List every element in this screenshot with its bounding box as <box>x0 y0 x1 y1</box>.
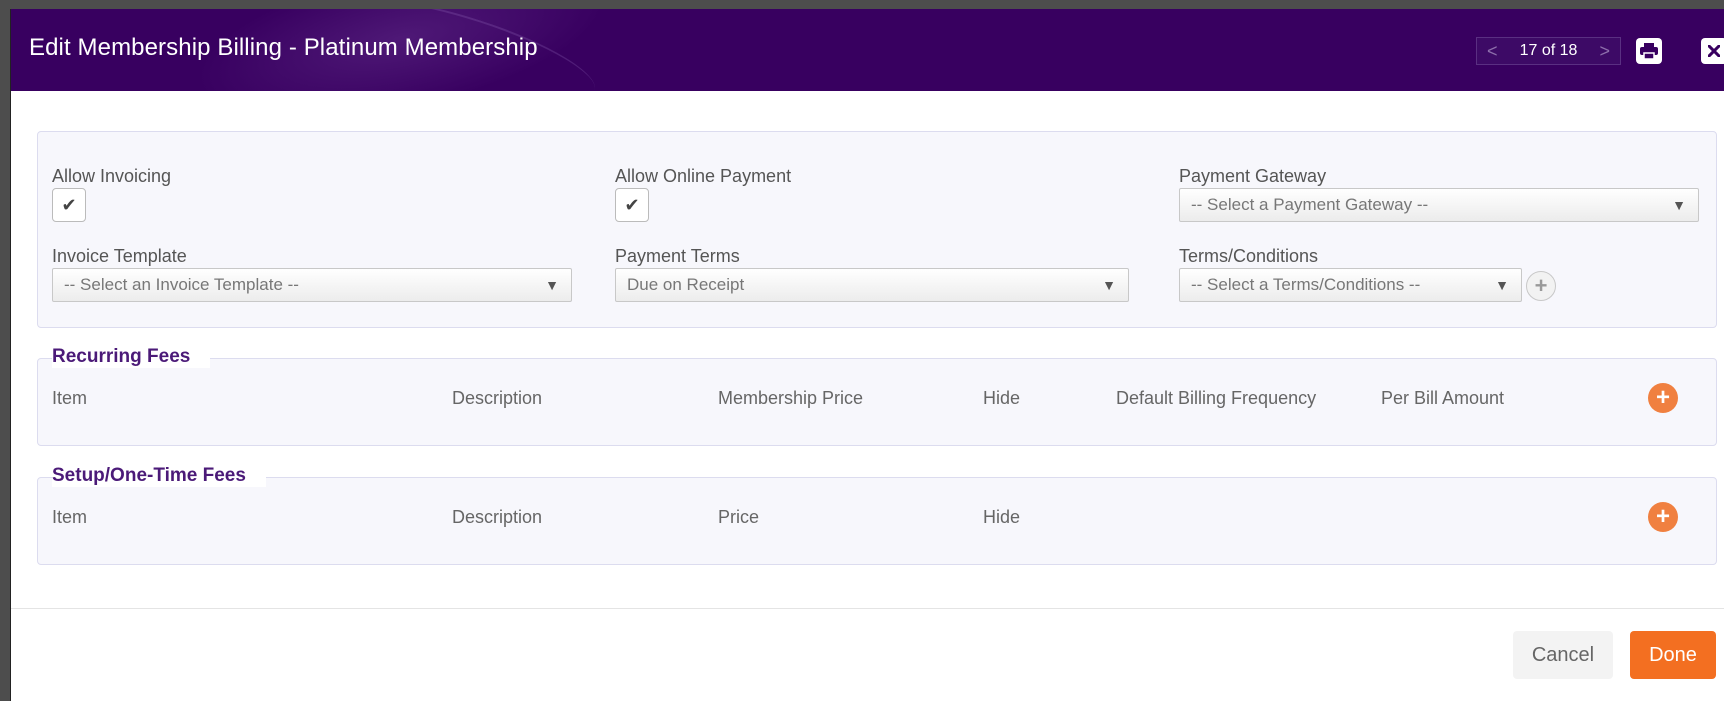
invoice-template-select[interactable]: -- Select an Invoice Template -- ▼ <box>52 268 572 302</box>
cancel-button[interactable]: Cancel <box>1513 631 1613 679</box>
chevron-down-icon: ▼ <box>1672 197 1686 213</box>
done-button[interactable]: Done <box>1630 631 1716 679</box>
add-setup-fee-button[interactable]: + <box>1648 502 1678 532</box>
payment-gateway-label: Payment Gateway <box>1179 166 1327 186</box>
footer-divider <box>11 608 1724 609</box>
setup-col-description: Description <box>452 507 543 527</box>
recurring-col-hide: Hide <box>983 388 1021 408</box>
terms-conditions-label: Terms/Conditions <box>1179 246 1319 266</box>
recurring-fees-section: Recurring Fees Item Description Membersh… <box>37 346 1717 446</box>
recurring-col-membership-price: Membership Price <box>718 388 864 408</box>
allow-online-payment-checkbox[interactable]: ✔ <box>615 188 649 222</box>
allow-invoicing-label: Allow Invoicing <box>52 166 172 186</box>
recurring-fees-title: Recurring Fees <box>52 346 211 368</box>
pager-label: 17 of 18 <box>1519 42 1578 59</box>
close-button[interactable] <box>1701 38 1724 64</box>
add-recurring-fee-button[interactable]: + <box>1648 383 1678 413</box>
chevron-down-icon: ▼ <box>545 277 559 293</box>
add-terms-conditions-button[interactable]: + <box>1526 271 1556 301</box>
plus-icon: + <box>1655 384 1670 411</box>
setup-col-item: Item <box>52 507 88 527</box>
plus-icon: + <box>1655 503 1670 530</box>
setup-fees-title: Setup/One-Time Fees <box>52 465 266 487</box>
payment-terms-label: Payment Terms <box>615 246 740 266</box>
setup-col-hide: Hide <box>983 507 1021 527</box>
invoice-template-value: -- Select an Invoice Template -- <box>64 275 299 294</box>
modal-body: Allow Invoicing ✔ Allow Online Payment ✔… <box>11 91 1724 611</box>
recurring-col-item: Item <box>52 388 88 408</box>
setup-col-price: Price <box>718 507 760 527</box>
allow-invoicing-checkbox[interactable]: ✔ <box>52 188 86 222</box>
billing-settings-panel: Allow Invoicing ✔ Allow Online Payment ✔… <box>37 131 1717 328</box>
check-icon: ✔ <box>624 194 640 215</box>
next-record-icon[interactable]: > <box>1599 42 1610 60</box>
setup-fees-section: Setup/One-Time Fees Item Description Pri… <box>37 465 1717 565</box>
modal-title: Edit Membership Billing - Platinum Membe… <box>29 34 538 61</box>
print-button[interactable] <box>1636 38 1662 64</box>
modal-header: Edit Membership Billing - Platinum Membe… <box>11 9 1724 91</box>
recurring-col-default-billing-frequency: Default Billing Frequency <box>1116 388 1317 408</box>
plus-icon: + <box>1534 273 1548 298</box>
print-icon <box>1640 43 1658 59</box>
record-pager: < 17 of 18 > <box>1476 37 1621 65</box>
payment-terms-value: Due on Receipt <box>627 275 745 294</box>
terms-conditions-value: -- Select a Terms/Conditions -- <box>1191 275 1421 294</box>
recurring-col-description: Description <box>452 388 543 408</box>
payment-terms-select[interactable]: Due on Receipt ▼ <box>615 268 1129 302</box>
edit-membership-billing-modal: Edit Membership Billing - Platinum Membe… <box>10 9 1724 701</box>
invoice-template-label: Invoice Template <box>52 246 187 266</box>
recurring-col-per-bill-amount: Per Bill Amount <box>1381 388 1505 408</box>
payment-gateway-select[interactable]: -- Select a Payment Gateway -- ▼ <box>1179 188 1699 222</box>
check-icon: ✔ <box>61 194 77 215</box>
close-icon <box>1708 45 1720 57</box>
chevron-down-icon: ▼ <box>1102 277 1116 293</box>
chevron-down-icon: ▼ <box>1495 277 1509 293</box>
payment-gateway-value: -- Select a Payment Gateway -- <box>1191 195 1429 214</box>
terms-conditions-select[interactable]: -- Select a Terms/Conditions -- ▼ <box>1179 268 1522 302</box>
prev-record-icon[interactable]: < <box>1487 42 1498 60</box>
allow-online-payment-label: Allow Online Payment <box>615 166 792 186</box>
